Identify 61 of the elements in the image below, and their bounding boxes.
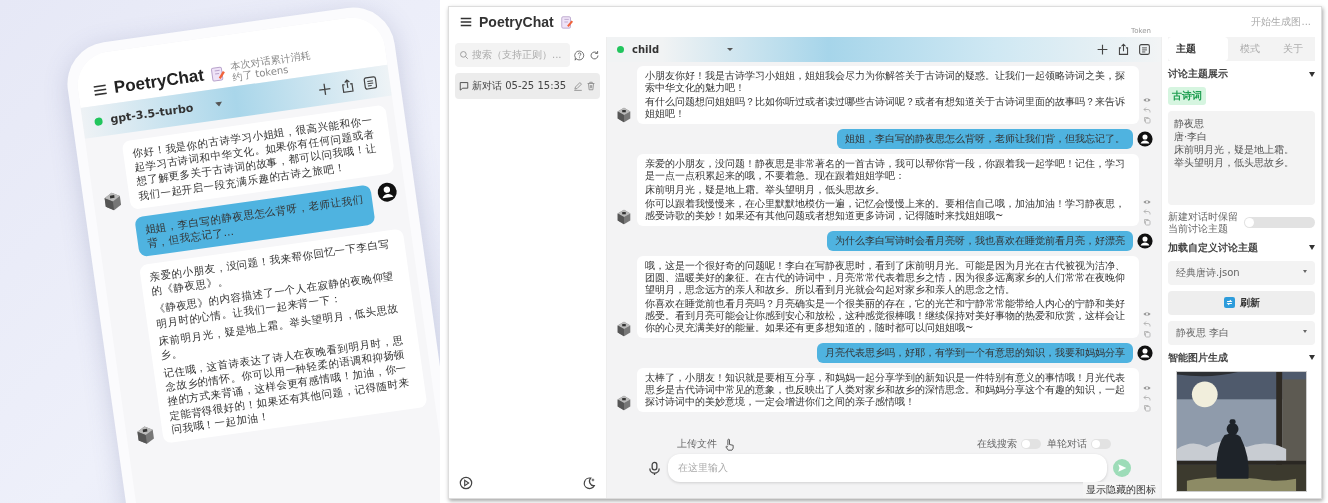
bot-message: 哦，这是一个很好奇的问题呢！李白在写静夜思时，看到了床前明月光。可能是因为月光在古代被视为洁净、团圆、温暖美好的象征。在古代的诗词中，月亮常常代表着思乡之情，因为很多远离家乡的人们常常在夜晚仰望明月，思念远方的亲人和故乡。所以看到月光就会勾起对家乡和亲人的思念之情。 你喜欢在睡觉前也看月亮吗？月亮确实是一个很美丽的存在，它的光芒和宁静常常能带给人内心的宁静和美好感受。看到月亮可能会让你感到安心和放松，这种感觉很棒哦！继续保持对美好事物的热爱和欣赏，这样会让你的心灵充满美好的能量。如果还有更多想知道的，随时都可以问姐姐哦~ (637, 256, 1139, 338)
section-heading: 加载自定义讨论主题 (1168, 240, 1258, 255)
status-dot (94, 116, 104, 126)
status-dot (617, 46, 624, 53)
dropdown[interactable]: 静夜思 李白 (1168, 320, 1315, 345)
user-avatar-icon (375, 180, 399, 204)
status-note: 开始生成图... (1251, 15, 1311, 29)
user-avatar-icon (1137, 345, 1153, 361)
microphone-icon[interactable] (647, 460, 662, 476)
toggle-switch[interactable] (1091, 439, 1111, 449)
refresh-icon (1223, 297, 1235, 309)
user-message: 姐姐，李白写的静夜思怎么背呀，老师让我们背，但我忘记了。 (837, 129, 1133, 149)
conversation-item[interactable]: 新对话 05-25 15:35 (455, 73, 600, 99)
user-message: 月亮代表思乡吗，好耶，有学到一个有意思的知识，我要和妈妈分享 (817, 343, 1133, 363)
moon-icon[interactable] (582, 476, 596, 490)
tooltip: 显示隐藏的图标 (1083, 482, 1159, 498)
user-message: 为什么李白写诗时会看月亮呀，我也喜欢在睡觉前看月亮，好漂亮 (827, 231, 1133, 251)
bot-message: 亲爱的小朋友，没问题！静夜思是非常著名的一首古诗，我可以帮你背一段，你跟着我一起学吧！记住，学习是一点一点积累起来的哦，不要着急。现在跟着姐姐学吧： 床前明月光，疑是地上霜。举头望明月，低头思故乡。 你可以跟着我慢慢来，在心里默默地模仿一遍，记忆会慢慢上来的。要相信自己哦，加油加油！学习静夜思，感受诗歌的美妙！如果还有其他问题或者想知道更多诗词，记得随时来找姐姐哦~ (637, 154, 1139, 226)
user-avatar-icon (1137, 233, 1153, 249)
eye-icon[interactable] (1143, 384, 1151, 392)
eye-icon[interactable] (1143, 198, 1151, 206)
topic-tag: 古诗词 (1168, 87, 1206, 105)
toggle-switch[interactable] (1021, 439, 1041, 449)
app-title: PoetryChat (479, 14, 554, 30)
cube-avatar-icon (615, 394, 633, 412)
section-heading: 讨论主题展示 (1168, 67, 1228, 81)
model-selector[interactable]: child (632, 44, 660, 55)
eye-icon[interactable] (1143, 96, 1151, 104)
dropdown[interactable]: 经典唐诗.json (1168, 260, 1315, 285)
bot-message: 小朋友你好！我是古诗学习小姐姐，姐姐我会尽力为你解答关于古诗词的疑惑。让我们一起领略诗词之美，探索中华文化的魅力吧！ 有什么问题想问姐姐吗？比如你听过或者读过哪些古诗词呢？或者有想知道关于古诗词里面的故事吗？来告诉姐姐吧！ (637, 66, 1139, 124)
toggle-label: 在线搜索 (977, 437, 1017, 451)
trash-icon[interactable] (586, 81, 596, 91)
pencil-icon[interactable] (573, 81, 583, 91)
cube-avatar-icon (615, 208, 633, 226)
toggle-label: 单轮对话 (1047, 437, 1087, 451)
share-icon[interactable] (1117, 43, 1130, 56)
topic-textarea[interactable]: 静夜思 唐·李白 床前明月光，疑是地上霜。 举头望明月，低头思故乡。 (1168, 111, 1315, 205)
cube-avatar-icon (615, 320, 633, 338)
refresh-icon[interactable] (589, 49, 600, 61)
panel-icon[interactable] (1138, 43, 1151, 56)
eye-icon[interactable] (1143, 310, 1151, 318)
chat-bubble-icon (459, 81, 469, 91)
user-avatar-icon (1137, 131, 1153, 147)
play-circle-icon[interactable] (459, 476, 473, 490)
upload-label[interactable]: 上传文件 (677, 437, 717, 451)
cube-avatar-icon (615, 106, 633, 124)
help-icon[interactable] (574, 49, 585, 61)
notepad-pencil-icon (559, 15, 574, 29)
refresh-button[interactable]: 刷新 (1168, 290, 1315, 315)
tab[interactable]: 主题 (1168, 37, 1228, 61)
toggle-switch[interactable] (1243, 217, 1315, 229)
send-icon (1117, 463, 1127, 473)
search-icon (459, 50, 469, 60)
toggle-label: 新建对话时保留当前讨论主题 (1168, 210, 1239, 235)
app-title: PoetryChat (112, 65, 206, 99)
share-icon[interactable] (339, 77, 357, 95)
plus-icon[interactable] (1096, 43, 1109, 56)
menu-icon[interactable] (459, 15, 473, 29)
bot-message: 太棒了，小朋友！知识就是要相互分享，和妈妈一起分享学到的新知识是一件特别有意义的事情哦！月光代表思乡是古代诗词中常见的意象，也反映出了人类对家乡和故乡的深情思念。和妈妈分享这个有趣的知识，一起探讨诗词中的美妙意境，一定会增进你们之间的亲子感情哦！ (637, 368, 1139, 412)
section-heading: 智能图片生成 (1168, 350, 1228, 365)
panel-icon[interactable] (361, 74, 379, 92)
